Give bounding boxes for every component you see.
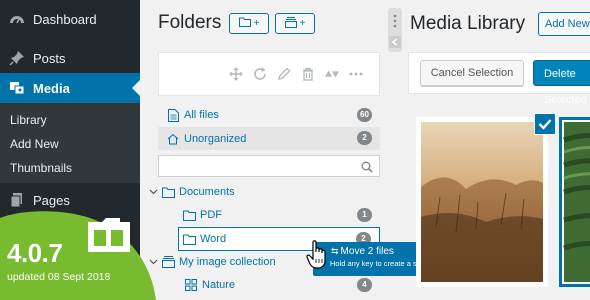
folder-outline-icon [238,17,251,30]
more-icon[interactable] [349,67,363,81]
media-thumbnail-selected[interactable] [559,117,590,287]
gallery-grid-icon [184,278,198,292]
edit-icon[interactable] [277,67,291,81]
folder-icon [161,185,175,199]
new-collection-button[interactable]: + [275,13,315,34]
refresh-icon[interactable] [253,67,267,81]
new-folder-button[interactable]: + [229,13,269,34]
dashboard-icon [9,11,25,27]
menu-item-media[interactable]: Media [0,73,140,103]
drag-tooltip-title: Move 2 files [340,246,394,257]
submenu-item-add-new[interactable]: Add New [0,132,140,156]
folder-icon [182,232,196,246]
tea-field-photo-thumbnail [563,122,590,282]
pin-icon [9,50,25,66]
folders-title: Folders [158,12,222,33]
chevron-down-icon[interactable] [149,189,161,195]
grip-icon [389,14,401,48]
add-new-button[interactable]: Add New [538,12,590,36]
swap-icon: ⇆ [331,246,339,256]
all-files-label: All files [184,109,219,121]
tree-item-pdf[interactable]: PDF 1 [182,204,380,226]
plus-label: + [253,18,260,29]
pages-icon [9,192,25,208]
folder-plugin-logo-icon [84,214,134,261]
delete-selected-button[interactable]: Delete Selected [533,60,590,106]
selected-check-icon[interactable] [534,113,556,135]
tree-item-count: 4 [357,278,372,292]
unorganized-item[interactable]: Unorganized 2 [158,127,380,150]
menu-item-label: Posts [33,50,66,66]
menu-item-posts[interactable]: Posts [0,43,140,73]
media-icon [9,80,25,96]
panel-resize-handle[interactable] [388,8,402,52]
submenu-item-thumbnails[interactable]: Thumbnails [0,156,140,180]
cancel-selection-button[interactable]: Cancel Selection [420,60,524,86]
all-files-count: 60 [357,108,372,122]
folder-toolbar [158,52,380,96]
tree-item-label: My image collection [179,256,276,268]
tree-item-label: Nature [202,279,236,291]
submenu-item-library[interactable]: Library [0,108,140,132]
menu-item-label: Dashboard [33,11,97,27]
home-icon [166,132,180,146]
menu-item-label: Media [33,80,70,96]
collection-icon [161,255,175,269]
menu-item-dashboard[interactable]: Dashboard [0,4,140,34]
hand-cursor-icon [306,240,330,275]
search-icon[interactable] [361,160,373,178]
collection-icon [284,16,297,31]
move-icon[interactable] [229,67,243,81]
field-photo-thumbnail [421,122,543,282]
unorganized-label: Unorganized [184,132,247,145]
tree-item-label: Documents [179,186,235,198]
updated-date: updated 08 Sept 2018 [7,271,111,283]
menu-item-label: Pages [33,192,70,208]
folder-search[interactable] [158,155,380,177]
media-thumbnail[interactable] [416,117,548,287]
all-files-item[interactable]: All files 60 [158,104,380,126]
chevron-down-icon[interactable] [149,259,161,265]
tree-item-collection[interactable]: My image collection [149,251,276,273]
media-submenu: Library Add New Thumbnails [0,103,140,183]
media-library-title: Media Library [410,13,526,34]
tree-item-nature[interactable]: Nature 4 [184,274,380,296]
folder-icon [182,208,196,222]
file-icon [166,108,180,122]
unorganized-count: 2 [357,131,372,145]
tree-item-label: Word [200,233,227,245]
plus-label: + [299,18,306,29]
sort-icon[interactable] [325,67,339,81]
tree-item-count: 1 [357,208,372,222]
tree-item-label: PDF [200,209,222,221]
trash-icon[interactable] [301,67,315,81]
version-number: 4.0.7 [7,238,63,268]
folder-search-input[interactable] [159,156,349,176]
tree-item-documents[interactable]: Documents [149,181,235,203]
